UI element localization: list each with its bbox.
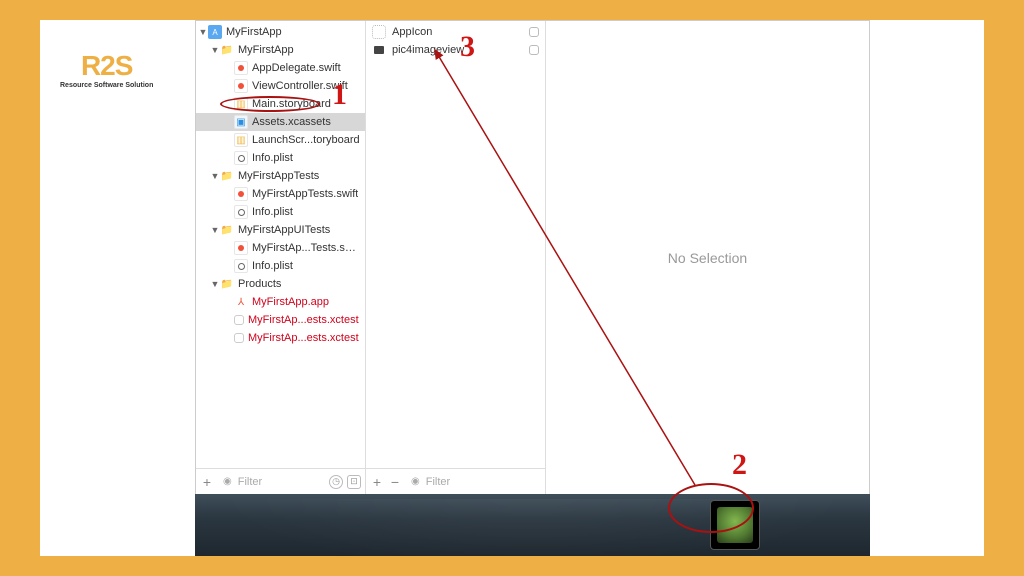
asset-type-badge-icon <box>529 45 539 55</box>
tree-item[interactable]: AppDelegate.swift <box>196 59 365 77</box>
disclosure-triangle-icon[interactable]: ▼ <box>210 171 220 181</box>
swift-file-icon <box>234 79 248 93</box>
tree-label: MyFirstAppTests.swift <box>252 188 358 200</box>
navigator-filter-field[interactable]: ◉ Filter <box>218 474 325 490</box>
tree-label: Products <box>238 278 281 290</box>
asset-type-badge-icon <box>529 27 539 37</box>
asset-label: AppIcon <box>392 26 432 38</box>
tree-label: MyFirstAp...ests.xctest <box>248 314 359 326</box>
swift-file-icon <box>234 187 248 201</box>
add-asset-button[interactable]: + <box>370 474 384 490</box>
tree-item[interactable]: MyFirstAp...Tests.swift <box>196 239 365 257</box>
disclosure-triangle-icon[interactable]: ▼ <box>210 225 220 235</box>
page-frame: R2S Resource Software Solution ▼ A MyFir… <box>40 20 984 556</box>
storyboard-file-icon: ▥ <box>234 97 248 111</box>
appiconset-icon <box>372 25 386 39</box>
asset-items: AppIcon pic4imageview <box>366 21 545 468</box>
asset-filter-field[interactable]: ◉ Filter <box>406 474 541 490</box>
swift-file-icon <box>234 241 248 255</box>
tree-label: Main.storyboard <box>252 98 331 110</box>
imageset-icon <box>372 43 386 57</box>
tree-item[interactable]: MyFirstAp...ests.xctest <box>196 311 365 329</box>
tree-label: MyFirstAp...ests.xctest <box>248 332 359 344</box>
scm-filter-icon[interactable]: ⊡ <box>347 475 361 489</box>
disclosure-triangle-icon[interactable]: ▼ <box>210 45 220 55</box>
panes: ▼ A MyFirstApp ▼ 📁 MyFirstApp AppDelegat… <box>196 21 869 494</box>
tree-item[interactable]: ⅄ MyFirstApp.app <box>196 293 365 311</box>
navigator-bottom-bar: + ◉ Filter ◷ ⊡ <box>196 468 365 494</box>
tree-item[interactable]: MyFirstAppTests.swift <box>196 185 365 203</box>
tree-label: Info.plist <box>252 206 293 218</box>
remove-asset-button[interactable]: − <box>388 474 402 490</box>
filter-scope-icon: ◉ <box>411 476 420 487</box>
folder-icon: 📁 <box>220 43 234 57</box>
image-thumbnail-icon <box>717 507 753 543</box>
disclosure-triangle-icon[interactable]: ▼ <box>210 279 220 289</box>
logo-text: R2S <box>60 50 153 82</box>
asset-row-appicon[interactable]: AppIcon <box>366 23 545 41</box>
filter-scope-icon: ◉ <box>223 476 232 487</box>
tree-label: MyFirstAppTests <box>238 170 319 182</box>
macos-desktop-strip <box>195 494 870 556</box>
tree-item[interactable]: MyFirstAp...ests.xctest <box>196 329 365 347</box>
tree-label: MyFirstApp.app <box>252 296 329 308</box>
asset-detail-pane: No Selection <box>546 21 869 494</box>
tree-label: MyFirstAp...Tests.swift <box>252 242 361 254</box>
tree-label: ViewController.swift <box>252 80 348 92</box>
xcode-window: ▼ A MyFirstApp ▼ 📁 MyFirstApp AppDelegat… <box>195 20 870 495</box>
tree-group[interactable]: ▼ 📁 MyFirstAppTests <box>196 167 365 185</box>
tree-item[interactable]: Info.plist <box>196 149 365 167</box>
plist-file-icon <box>234 151 248 165</box>
asset-catalog-outline: AppIcon pic4imageview + − ◉ Filter <box>366 21 546 494</box>
tree-label: MyFirstApp <box>238 44 294 56</box>
filter-placeholder: Filter <box>238 476 262 488</box>
asset-row-image[interactable]: pic4imageview <box>366 41 545 59</box>
swift-file-icon <box>234 61 248 75</box>
r2s-logo: R2S Resource Software Solution <box>60 50 153 89</box>
tree-label: Info.plist <box>252 152 293 164</box>
add-button[interactable]: + <box>200 474 214 490</box>
filter-placeholder: Filter <box>426 476 450 488</box>
clock-filter-icon[interactable]: ◷ <box>329 475 343 489</box>
folder-icon: 📁 <box>220 223 234 237</box>
tree-item-assets[interactable]: ▣ Assets.xcassets <box>196 113 365 131</box>
tree-group[interactable]: ▼ 📁 MyFirstApp <box>196 41 365 59</box>
tree-label: MyFirstAppUITests <box>238 224 330 236</box>
tree-item[interactable]: ▥ Main.storyboard <box>196 95 365 113</box>
folder-icon: 📁 <box>220 169 234 183</box>
project-tree: ▼ A MyFirstApp ▼ 📁 MyFirstApp AppDelegat… <box>196 21 365 468</box>
tree-label: Info.plist <box>252 260 293 272</box>
folder-icon: 📁 <box>220 277 234 291</box>
asset-label: pic4imageview <box>392 44 464 56</box>
xctest-product-icon <box>234 333 244 343</box>
disclosure-triangle-icon[interactable]: ▼ <box>198 27 208 37</box>
xctest-product-icon <box>234 315 244 325</box>
project-navigator: ▼ A MyFirstApp ▼ 📁 MyFirstApp AppDelegat… <box>196 21 366 494</box>
tree-item[interactable]: Info.plist <box>196 203 365 221</box>
asset-bottom-bar: + − ◉ Filter <box>366 468 545 494</box>
dragged-image-file[interactable] <box>710 500 760 550</box>
xcodeproj-icon: A <box>208 25 222 39</box>
tree-root[interactable]: ▼ A MyFirstApp <box>196 23 365 41</box>
tree-group[interactable]: ▼ 📁 MyFirstAppUITests <box>196 221 365 239</box>
app-product-icon: ⅄ <box>234 295 248 309</box>
plist-file-icon <box>234 205 248 219</box>
plist-file-icon <box>234 259 248 273</box>
tree-label: LaunchScr...toryboard <box>252 134 360 146</box>
storyboard-file-icon: ▥ <box>234 133 248 147</box>
filter-toggles: ◷ ⊡ <box>329 475 361 489</box>
no-selection-label: No Selection <box>668 250 747 266</box>
asset-catalog-icon: ▣ <box>234 115 248 129</box>
tree-label: MyFirstApp <box>226 26 282 38</box>
tree-item[interactable]: Info.plist <box>196 257 365 275</box>
tree-label: AppDelegate.swift <box>252 62 341 74</box>
tree-group[interactable]: ▼ 📁 Products <box>196 275 365 293</box>
tree-label: Assets.xcassets <box>252 116 331 128</box>
logo-subtitle: Resource Software Solution <box>60 82 153 89</box>
tree-item[interactable]: ViewController.swift <box>196 77 365 95</box>
tree-item[interactable]: ▥ LaunchScr...toryboard <box>196 131 365 149</box>
